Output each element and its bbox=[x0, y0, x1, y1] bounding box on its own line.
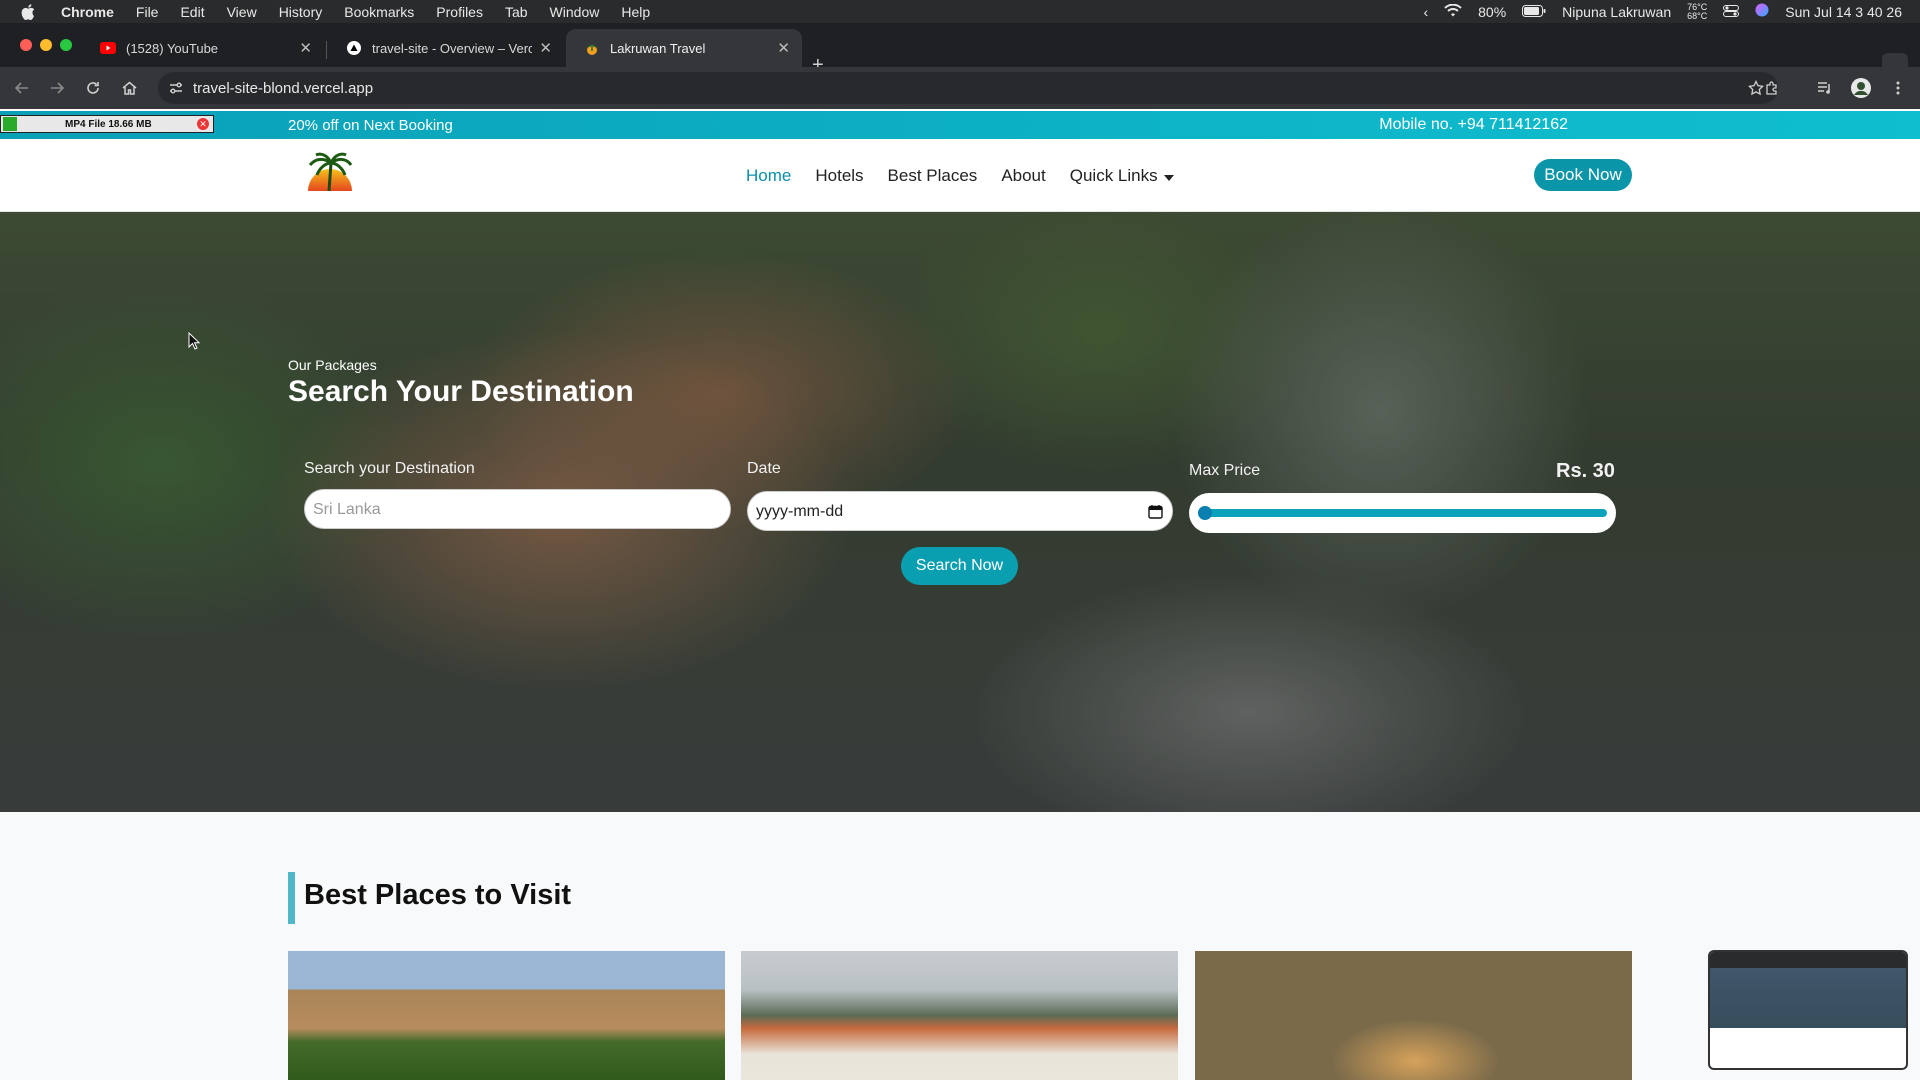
tab-strip: (1528) YouTube ✕ travel-site - Overview … bbox=[0, 23, 1920, 79]
media-controls-icon[interactable] bbox=[1815, 78, 1835, 98]
control-center-icon[interactable] bbox=[1723, 4, 1740, 20]
calendar-icon[interactable] bbox=[1148, 504, 1163, 519]
profile-avatar-icon[interactable] bbox=[1851, 78, 1871, 98]
web-page: 20% off on Next Booking Mobile no. +94 7… bbox=[0, 109, 1920, 1080]
main-nav: Home Hotels Best Places About Quick Link… bbox=[746, 166, 1174, 186]
preview-header bbox=[1710, 952, 1906, 968]
promo-bar: 20% off on Next Booking Mobile no. +94 7… bbox=[0, 111, 1920, 139]
vercel-icon bbox=[346, 40, 362, 56]
place-card-leopard[interactable] bbox=[1195, 951, 1632, 1080]
chevron-left-icon[interactable]: ‹ bbox=[1423, 4, 1428, 20]
contact-number: Mobile no. +94 711412162 bbox=[1379, 116, 1568, 133]
nav-best-places[interactable]: Best Places bbox=[888, 166, 978, 186]
hero-title: Search Your Destination bbox=[288, 375, 634, 408]
tab-title: travel-site - Overview – Vercel bbox=[372, 40, 532, 56]
menu-window[interactable]: Window bbox=[550, 4, 600, 20]
gpu-temp: 68°C bbox=[1687, 10, 1708, 21]
place-card-temple[interactable] bbox=[741, 951, 1178, 1080]
best-places-section: Best Places to Visit bbox=[0, 812, 1920, 1080]
menu-view[interactable]: View bbox=[227, 4, 257, 20]
menu-chrome[interactable]: Chrome bbox=[61, 4, 114, 20]
max-price-value: Rs. 30 bbox=[1556, 460, 1615, 482]
tab-vercel[interactable]: travel-site - Overview – Vercel ✕ bbox=[328, 29, 564, 67]
promo-text: 20% off on Next Booking bbox=[288, 117, 453, 134]
chrome-menu-icon[interactable] bbox=[1888, 78, 1908, 98]
menu-bookmarks[interactable]: Bookmarks bbox=[344, 4, 414, 20]
hero-section: Our Packages Search Your Destination Sea… bbox=[0, 212, 1920, 812]
zoom-window-button[interactable] bbox=[60, 39, 72, 51]
hero-subtitle: Our Packages bbox=[288, 357, 377, 373]
book-now-button[interactable]: Book Now bbox=[1534, 159, 1632, 191]
preview-hero bbox=[1710, 968, 1906, 1028]
nav-home[interactable]: Home bbox=[746, 166, 791, 186]
close-window-button[interactable] bbox=[20, 39, 32, 51]
reload-icon[interactable] bbox=[83, 78, 103, 98]
destination-placeholder: Sri Lanka bbox=[313, 501, 381, 518]
close-tab-icon[interactable]: ✕ bbox=[777, 39, 790, 57]
temperature-widget[interactable]: 76°C 68°C bbox=[1687, 2, 1708, 21]
destination-label: Search your Destination bbox=[304, 460, 475, 477]
user-name[interactable]: Nipuna Lakruwan bbox=[1562, 4, 1671, 20]
tab-divider bbox=[326, 41, 327, 59]
home-icon[interactable] bbox=[119, 78, 139, 98]
section-title: Best Places to Visit bbox=[304, 879, 572, 911]
macos-menubar: Chrome File Edit View History Bookmarks … bbox=[0, 0, 1920, 23]
site-navbar: Home Hotels Best Places About Quick Link… bbox=[0, 139, 1920, 212]
tab-youtube[interactable]: (1528) YouTube ✕ bbox=[82, 29, 324, 67]
menu-edit[interactable]: Edit bbox=[180, 4, 204, 20]
screen-recording-preview[interactable] bbox=[1708, 950, 1908, 1070]
max-price-label: Max Price bbox=[1189, 462, 1261, 479]
youtube-icon bbox=[100, 40, 116, 56]
wifi-icon[interactable] bbox=[1444, 3, 1462, 20]
battery-icon[interactable] bbox=[1522, 4, 1546, 20]
minimize-window-button[interactable] bbox=[40, 39, 52, 51]
download-chip[interactable]: MP4 File 18.66 MB ✕ bbox=[0, 115, 214, 133]
address-bar[interactable]: travel-site-blond.vercel.app bbox=[158, 72, 1778, 104]
menu-help[interactable]: Help bbox=[621, 4, 650, 20]
date-value: yyyy-mm-dd bbox=[756, 503, 844, 520]
mouse-cursor-icon bbox=[188, 331, 201, 350]
nav-hotels[interactable]: Hotels bbox=[815, 166, 863, 186]
menu-profiles[interactable]: Profiles bbox=[436, 4, 483, 20]
date-input[interactable]: yyyy-mm-dd bbox=[747, 491, 1173, 531]
site-icon bbox=[584, 40, 600, 56]
close-tab-icon[interactable]: ✕ bbox=[539, 39, 552, 57]
forward-icon[interactable] bbox=[47, 78, 67, 98]
battery-percent: 80% bbox=[1478, 3, 1507, 20]
menu-tab[interactable]: Tab bbox=[505, 4, 528, 20]
menu-history[interactable]: History bbox=[279, 4, 323, 20]
menu-file[interactable]: File bbox=[136, 4, 159, 20]
destination-input[interactable]: Sri Lanka bbox=[304, 489, 731, 529]
site-logo[interactable] bbox=[305, 151, 355, 195]
close-icon[interactable]: ✕ bbox=[197, 118, 209, 130]
date-label: Date bbox=[747, 460, 781, 477]
price-slider[interactable] bbox=[1189, 493, 1616, 533]
nav-quick-links[interactable]: Quick Links bbox=[1070, 166, 1174, 186]
tab-title: (1528) YouTube bbox=[126, 40, 219, 56]
close-tab-icon[interactable]: ✕ bbox=[299, 39, 312, 57]
section-accent-bar bbox=[288, 872, 295, 924]
nav-about[interactable]: About bbox=[1001, 166, 1045, 186]
tab-lakruwan-travel[interactable]: Lakruwan Travel ✕ bbox=[566, 29, 802, 67]
siri-icon[interactable] bbox=[1755, 3, 1769, 20]
nav-quick-links-label: Quick Links bbox=[1069, 166, 1158, 185]
caret-down-icon bbox=[1163, 166, 1174, 186]
download-icon bbox=[3, 117, 17, 131]
extensions-icon[interactable] bbox=[1762, 78, 1782, 98]
site-settings-icon[interactable] bbox=[166, 78, 186, 98]
download-label: MP4 File 18.66 MB bbox=[65, 118, 152, 130]
url-text: travel-site-blond.vercel.app bbox=[193, 80, 374, 97]
place-card-sigiriya[interactable] bbox=[288, 951, 725, 1080]
back-icon[interactable] bbox=[12, 78, 32, 98]
slider-track bbox=[1198, 509, 1607, 517]
slider-thumb[interactable] bbox=[1198, 506, 1212, 520]
menubar-status: ‹ 80% Nipuna Lakruwan 76°C 68°C Sun Jul … bbox=[1423, 0, 1902, 23]
apple-icon[interactable] bbox=[18, 2, 38, 22]
clock[interactable]: Sun Jul 14 3 40 26 bbox=[1785, 4, 1902, 20]
browser-toolbar: travel-site-blond.vercel.app bbox=[0, 67, 1920, 109]
search-now-button[interactable]: Search Now bbox=[901, 547, 1018, 585]
tab-title: Lakruwan Travel bbox=[610, 40, 706, 56]
